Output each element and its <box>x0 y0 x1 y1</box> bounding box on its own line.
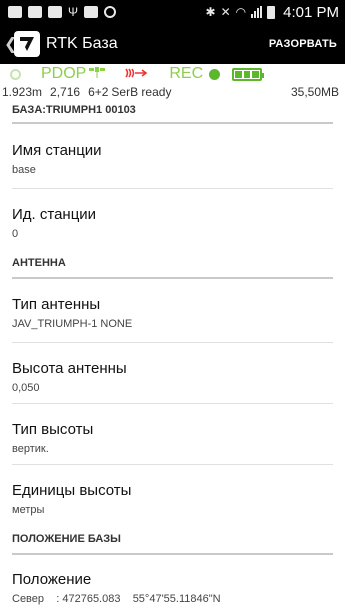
pdop-label: PDOP <box>41 65 87 82</box>
position-status-dot <box>10 68 21 80</box>
item-value: base <box>12 164 36 176</box>
message-icon <box>8 6 22 18</box>
flipboard-icon <box>28 6 42 18</box>
item-value: JAV_TRIUMPH-1 NONE <box>12 318 133 330</box>
item-title: Единицы высоты <box>12 482 132 499</box>
accuracy-value: 1.923m <box>2 85 43 99</box>
system-icons: ✱ ✕ ◠ 4:01 PM <box>206 4 339 21</box>
antenna-type-item[interactable]: Тип антенны JAV_TRIUMPH-1 NONE <box>0 279 345 342</box>
phone-battery-icon <box>267 5 276 19</box>
position-item[interactable]: Положение Север : 472765.083 55°47'55.11… <box>0 555 345 605</box>
section-header-antenna: АНТЕННА <box>12 249 333 279</box>
radio-link-icon <box>125 67 149 82</box>
sync-icon <box>104 6 117 18</box>
flipboard-icon-2 <box>48 6 62 18</box>
back-chevron-icon[interactable]: ❮ <box>4 34 17 54</box>
wifi-icon: ◠ <box>235 5 247 19</box>
item-title: Положение <box>12 571 92 588</box>
height-units-item[interactable]: Единицы высоты метры <box>0 465 345 525</box>
section-header-position: ПОЛОЖЕНИЕ БАЗЫ <box>12 525 333 555</box>
height-type-item[interactable]: Тип высоты вертик. <box>0 404 345 464</box>
section-header-base: БАЗА:TRIUMPH1 00103 <box>12 100 333 124</box>
antenna-height-item[interactable]: Высота антенны 0,050 <box>0 343 345 403</box>
settings-list: БАЗА:TRIUMPH1 00103 Имя станции base Ид.… <box>0 100 345 605</box>
system-status-bar: Ψ ✱ ✕ ◠ 4:01 PM <box>0 0 345 24</box>
second-value: 2,716 <box>50 85 81 99</box>
item-value: Север : 472765.083 55°47'55.11846"N <box>12 593 221 605</box>
app-logo-icon[interactable] <box>14 31 40 57</box>
item-title: Тип антенны <box>12 296 101 313</box>
item-value: 0,050 <box>12 382 40 394</box>
keyboard-icon <box>84 6 99 18</box>
station-id-item[interactable]: Ид. станции 0 <box>0 189 345 249</box>
item-title: Высота антенны <box>12 360 127 377</box>
rec-indicator-dot <box>209 68 221 80</box>
satellite-icon <box>89 66 106 82</box>
bluetooth-icon: ✱ <box>205 5 216 19</box>
rec-label: REC <box>169 65 204 82</box>
status-values: 1.923m 2,716 6+2 SerB ready 35,50MB <box>0 84 345 100</box>
station-name-item[interactable]: Имя станции base <box>0 124 345 188</box>
disconnect-button[interactable]: РАЗОРВАТЬ <box>269 34 337 54</box>
item-value: вертик. <box>12 443 49 455</box>
mute-icon: ✕ <box>220 5 231 19</box>
action-bar: ❮ RTK База РАЗОРВАТЬ <box>0 24 345 64</box>
satellites-value: 6+2 <box>88 85 109 99</box>
item-title: Имя станции <box>12 142 102 159</box>
memory-value: 35,50MB <box>290 85 339 99</box>
battery-icon <box>232 67 265 81</box>
notification-icons: Ψ <box>8 5 117 19</box>
item-value: метры <box>12 504 45 516</box>
item-title: Ид. станции <box>12 206 97 223</box>
item-value: 0 <box>12 228 19 240</box>
usb-icon: Ψ <box>68 5 79 19</box>
item-title: Тип высоты <box>12 421 94 438</box>
signal-icon <box>251 6 263 18</box>
clock: 4:01 PM <box>283 3 339 21</box>
page-title: RTK База <box>46 35 118 52</box>
status-indicators: PDOP REC <box>0 64 345 84</box>
serial-status: SerB ready <box>111 85 172 99</box>
